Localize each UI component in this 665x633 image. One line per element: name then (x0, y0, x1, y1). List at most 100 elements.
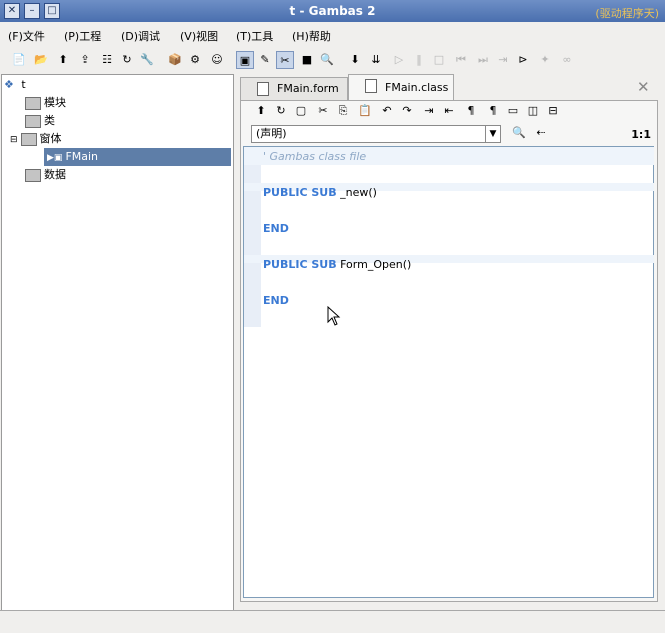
close-tab-icon[interactable]: ✕ (637, 78, 650, 96)
code-text: Form_Open() (336, 258, 412, 271)
menu-file[interactable]: (F)文件 (8, 28, 45, 44)
editor-tabs: FMain.form FMain.class (240, 74, 658, 100)
open-project-icon[interactable]: 📂 (32, 51, 50, 69)
undo-icon[interactable]: ↶ (378, 102, 396, 120)
tab-label: FMain.form (277, 82, 339, 95)
find-icon[interactable]: 🔍 (318, 51, 336, 69)
tree-item-fmain[interactable]: ▶▣ FMain (44, 148, 231, 166)
toolbox-icon[interactable]: ✂ (276, 51, 294, 69)
tree-item-data[interactable]: 数据 (25, 166, 66, 184)
procedure-select-value: (声明) (256, 127, 287, 140)
watch-icon[interactable]: ∞ (558, 51, 576, 69)
menu-help[interactable]: (H)帮助 (292, 28, 331, 44)
form-file-icon (257, 82, 269, 96)
properties-view-icon[interactable]: ✎ (256, 51, 274, 69)
code-line: PUBLIC SUB _new() (263, 184, 377, 202)
main-toolbar: 📄 📂 ⬆ ⇪ ☷ ↻ 🔧 📦 ⚙ ☺ ▣ ✎ ✂ ■ 🔍 ⬇ ⇊ ▷ ‖ □ … (0, 48, 600, 74)
folder-icon (25, 168, 41, 182)
tree-item-modules[interactable]: 模块 (25, 94, 66, 112)
window-title: t - Gambas 2 (289, 4, 376, 18)
console-icon[interactable]: ■ (298, 51, 316, 69)
save-icon[interactable]: ⬆ (54, 51, 72, 69)
compile-code-icon[interactable]: ⬆ (252, 102, 270, 120)
breakpoint-icon[interactable]: ✦ (536, 51, 554, 69)
tree-item-forms[interactable]: ⊟ 窗体 (10, 130, 62, 148)
chevron-down-icon[interactable]: ▼ (485, 126, 500, 142)
project-view-icon[interactable]: ▣ (236, 51, 254, 69)
menu-project[interactable]: (P)工程 (64, 28, 101, 44)
code-line: PUBLIC SUB Form_Open() (263, 256, 411, 274)
code-comment: ' Gambas class file (263, 150, 367, 163)
tree-item-label: 数据 (44, 168, 66, 181)
project-icon: ❖ (4, 78, 14, 91)
indent-icon[interactable]: ⇥ (420, 102, 438, 120)
form-icon: ▶▣ (47, 153, 63, 163)
compile-all-icon[interactable]: ⇊ (367, 51, 385, 69)
search-tool-icon[interactable]: 🔧 (138, 51, 156, 69)
code-keyword: END (263, 222, 289, 235)
menu-tools[interactable]: (T)工具 (236, 28, 273, 44)
palette-icon[interactable]: ☺ (208, 51, 226, 69)
uncomment-icon[interactable]: ¶ (484, 102, 502, 120)
cut-icon[interactable]: ✂ (314, 102, 332, 120)
line-gutter (244, 147, 261, 327)
code-keyword: END (263, 294, 289, 307)
procedure-select[interactable]: (声明) ▼ (251, 125, 501, 143)
menu-view[interactable]: (V)视图 (180, 28, 218, 44)
folder-icon (25, 114, 41, 128)
go-back-icon[interactable]: ⇠ (532, 124, 550, 142)
collapse-icon[interactable]: ⊟ (10, 135, 18, 145)
save-as-icon[interactable]: ⇪ (76, 51, 94, 69)
title-bar: ✕ – □ t - Gambas 2 (驱动程序天) (0, 0, 665, 22)
tab-label: FMain.class (385, 81, 449, 94)
reload-icon[interactable]: ↻ (272, 102, 290, 120)
tab-fmain-form[interactable]: FMain.form (240, 77, 348, 100)
folder-icon (20, 132, 37, 146)
unindent-icon[interactable]: ⇤ (440, 102, 458, 120)
split-vertical-icon[interactable]: ◫ (524, 102, 542, 120)
refresh-icon[interactable]: ↻ (118, 51, 136, 69)
run-icon[interactable]: ▷ (390, 51, 408, 69)
code-text: _new() (336, 186, 377, 199)
code-keyword: PUBLIC SUB (263, 258, 337, 271)
new-file-icon[interactable]: 📄 (10, 51, 28, 69)
tree-item-label: 类 (44, 114, 55, 127)
step-over-icon[interactable]: ⏭ (474, 51, 492, 69)
split-horizontal-icon[interactable]: ⊟ (544, 102, 562, 120)
tree-item-label: 窗体 (39, 132, 62, 145)
cursor-position: 1:1 (631, 128, 651, 141)
comment-icon[interactable]: ¶ (462, 102, 480, 120)
stop-icon[interactable]: □ (430, 51, 448, 69)
code-line: END (263, 292, 289, 310)
run-to-icon[interactable]: ⊳ (514, 51, 532, 69)
code-editor[interactable]: ' Gambas class file PUBLIC SUB _new() EN… (243, 146, 654, 598)
tree-root[interactable]: ❖ t (4, 76, 26, 94)
compile-icon[interactable]: ⬇ (346, 51, 364, 69)
package-icon[interactable]: 📦 (166, 51, 184, 69)
search-icon[interactable]: 🔍 (510, 124, 528, 142)
tab-fmain-class[interactable]: FMain.class (348, 74, 454, 100)
redo-icon[interactable]: ↷ (398, 102, 416, 120)
watermark: (驱动程序天) (595, 7, 659, 20)
window-icon[interactable]: ▭ (504, 102, 522, 120)
translate-icon[interactable]: ⚙ (186, 51, 204, 69)
tree-root-label: t (21, 78, 26, 91)
tree-item-label: 模块 (44, 96, 66, 109)
status-bar (0, 610, 665, 633)
code-keyword: PUBLIC SUB (263, 186, 337, 199)
tree-item-classes[interactable]: 类 (25, 112, 55, 130)
properties-icon[interactable]: ☷ (98, 51, 116, 69)
project-tree: ❖ t 模块 类 ⊟ 窗体 ▶▣ FMain 数据 (1, 74, 234, 611)
copy-icon[interactable]: ⎘ (334, 102, 352, 120)
menu-debug[interactable]: (D)调试 (121, 28, 160, 44)
pause-icon[interactable]: ‖ (410, 51, 428, 69)
form-editor-icon[interactable]: ▢ (292, 102, 310, 120)
step-icon[interactable]: ⏮ (452, 51, 470, 69)
tree-item-label: FMain (65, 150, 99, 163)
folder-icon (25, 96, 41, 110)
paste-icon[interactable]: 📋 (356, 102, 374, 120)
step-out-icon[interactable]: ⇥ (494, 51, 512, 69)
menu-bar: (F)文件 (P)工程 (D)调试 (V)视图 (T)工具 (H)帮助 (0, 24, 665, 46)
class-file-icon (365, 79, 377, 93)
mouse-cursor-icon (327, 306, 341, 326)
